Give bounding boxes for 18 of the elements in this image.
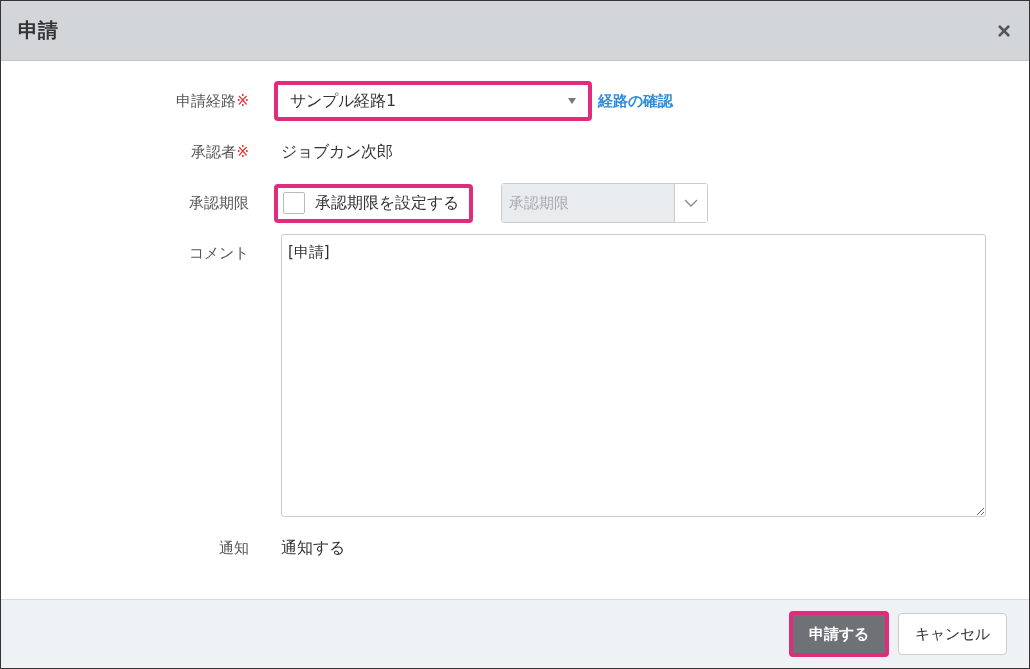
route-check-link[interactable]: 経路の確認	[598, 91, 673, 111]
close-button[interactable]: ×	[993, 16, 1015, 45]
field-label: 承認者	[191, 142, 237, 161]
field-label: 申請経路	[176, 91, 237, 110]
dialog-title: 申請	[18, 17, 58, 44]
cancel-button[interactable]: キャンセル	[898, 613, 1007, 655]
field-label: コメント	[189, 244, 249, 262]
comment-field[interactable]: [申請]	[281, 234, 986, 517]
route-select[interactable]: サンプル経路1	[274, 81, 592, 121]
dropdown-arrow-icon	[568, 98, 576, 104]
field-label: 通知	[219, 538, 249, 557]
field-label: 承認期限	[189, 193, 249, 212]
submit-button[interactable]: 申請する	[789, 611, 889, 657]
approver-name: ジョブカン次郎	[281, 141, 393, 163]
required-mark: ※	[236, 142, 249, 161]
notification-value: 通知する	[281, 537, 345, 559]
chevron-down-icon	[684, 199, 698, 207]
required-mark: ※	[236, 91, 249, 110]
